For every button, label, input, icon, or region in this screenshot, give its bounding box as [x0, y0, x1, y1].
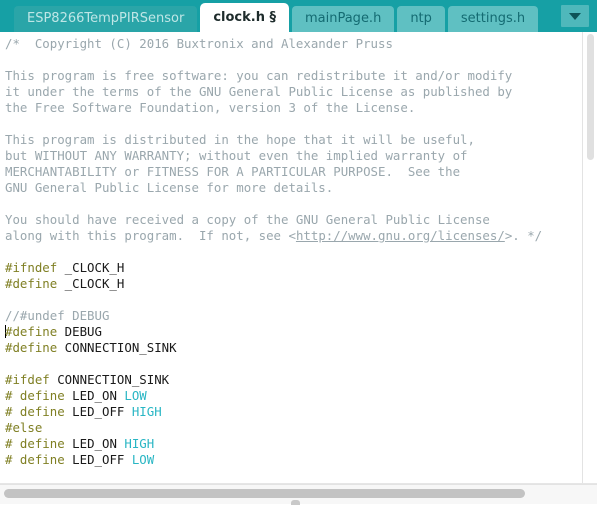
- code-token-pp: # define: [5, 436, 65, 451]
- code-token-url[interactable]: http://www.gnu.org/licenses/: [296, 228, 505, 243]
- tab-list: ESP8266TempPIRSensor clock.h § mainPage.h n…: [14, 3, 541, 32]
- code-token-pp: # define: [5, 388, 65, 403]
- code-token-kw: HIGH: [131, 404, 162, 419]
- code-token-pp: #endif: [5, 468, 50, 470]
- code-editor-window: ESP8266TempPIRSensor clock.h § mainPage.h n…: [0, 0, 597, 505]
- code-token-pp: # define: [5, 452, 65, 467]
- code-token-kw: LOW: [131, 452, 155, 467]
- code-token-cm: MERCHANTABILITY or FITNESS FOR A PARTICU…: [5, 164, 461, 179]
- code-token-kw: LOW: [124, 388, 147, 403]
- code-token-pp: #else: [5, 420, 43, 435]
- code-line: along with this program. If not, see <ht…: [5, 228, 582, 244]
- code-token-pp: #ifdef: [5, 372, 50, 387]
- code-token-cm: it under the terms of the GNU General Pu…: [5, 84, 513, 99]
- code-token-cm: //#undef DEBUG: [5, 308, 110, 323]
- vertical-scrollbar-thumb[interactable]: [587, 34, 594, 160]
- code-token-cm: You should have received a copy of the G…: [5, 212, 490, 227]
- code-token-kw: HIGH: [124, 436, 155, 451]
- tab-settings-h[interactable]: settings.h: [447, 6, 539, 32]
- code-token-cm: /* Copyright (C) 2016 Buxtronix and Alex…: [5, 36, 393, 51]
- code-line: /* Copyright (C) 2016 Buxtronix and Alex…: [5, 36, 582, 52]
- code-token-id: _CLOCK_H: [57, 276, 125, 291]
- editor-area: /* Copyright (C) 2016 Buxtronix and Alex…: [0, 32, 597, 484]
- tab-ntp[interactable]: ntp: [397, 6, 445, 32]
- code-line: This program is free software: you can r…: [5, 68, 582, 84]
- code-token-cm: This program is free software: you can r…: [5, 68, 513, 83]
- code-line: #define DEBUG: [5, 324, 582, 340]
- code-token-id: CONNECTION_SINK: [49, 372, 170, 387]
- code-line: # define LED_OFF HIGH: [5, 404, 582, 420]
- code-line: #ifndef _CLOCK_H: [5, 260, 582, 276]
- code-line: #define CONNECTION_SINK: [5, 340, 582, 356]
- code-token-id: LED_ON: [64, 436, 125, 451]
- code-line: # define LED_ON LOW: [5, 388, 582, 404]
- code-token-id: _CLOCK_H: [57, 260, 125, 275]
- tab-clock-h[interactable]: clock.h §: [200, 3, 289, 32]
- code-line: # define LED_ON HIGH: [5, 436, 582, 452]
- code-token-pp: #ifndef: [5, 260, 58, 275]
- code-token-pp: # define: [5, 404, 65, 419]
- code-line: This program is distributed in the hope …: [5, 132, 582, 148]
- code-text-area[interactable]: /* Copyright (C) 2016 Buxtronix and Alex…: [0, 32, 582, 470]
- code-line: MERCHANTABILITY or FITNESS FOR A PARTICU…: [5, 164, 582, 180]
- tab-mainpage-h[interactable]: mainPage.h: [291, 6, 395, 32]
- code-line: but WITHOUT ANY WARRANTY; without even t…: [5, 148, 582, 164]
- code-token-pp: #define: [5, 340, 58, 355]
- code-line: it under the terms of the GNU General Pu…: [5, 84, 582, 100]
- tab-overflow-menu-button[interactable]: [561, 5, 589, 27]
- code-token-id: LED_ON: [64, 388, 125, 403]
- code-line: # define LED_OFF LOW: [5, 452, 582, 468]
- code-line: #endif: [5, 468, 582, 470]
- code-token-cm: This program is distributed in the hope …: [5, 132, 475, 147]
- code-token-id: LED_OFF: [64, 452, 132, 467]
- code-line: You should have received a copy of the G…: [5, 212, 582, 228]
- code-token-pp: #define: [5, 276, 58, 291]
- vertical-scrollbar[interactable]: [582, 32, 597, 484]
- code-token-id: LED_OFF: [64, 404, 132, 419]
- code-token-pp: #define: [5, 324, 58, 339]
- code-line: GNU General Public License for more deta…: [5, 180, 582, 196]
- chevron-down-icon: [569, 12, 581, 20]
- code-line: #ifdef CONNECTION_SINK: [5, 372, 582, 388]
- code-line: the Free Software Foundation, version 3 …: [5, 100, 582, 116]
- code-token-id: CONNECTION_SINK: [57, 340, 177, 355]
- code-token-id: DEBUG: [57, 324, 102, 339]
- code-line: //#undef DEBUG: [5, 308, 582, 324]
- horizontal-scrollbar[interactable]: [0, 484, 597, 505]
- editor-tab-bar: ESP8266TempPIRSensor clock.h § mainPage.h n…: [0, 0, 597, 32]
- code-token-cm: the Free Software Foundation, version 3 …: [5, 100, 416, 115]
- code-token-cm: GNU General Public License for more deta…: [5, 180, 334, 195]
- tab-esp8266temppirsensor[interactable]: ESP8266TempPIRSensor: [14, 6, 198, 32]
- code-token-cm: but WITHOUT ANY WARRANTY; without even t…: [5, 148, 468, 163]
- code-token-cm: >. */: [504, 228, 543, 243]
- resize-grip[interactable]: [291, 500, 300, 505]
- horizontal-scrollbar-thumb[interactable]: [4, 489, 525, 498]
- code-line: #else: [5, 420, 582, 436]
- code-line: #define _CLOCK_H: [5, 276, 582, 292]
- code-token-cm: along with this program. If not, see <: [5, 228, 296, 243]
